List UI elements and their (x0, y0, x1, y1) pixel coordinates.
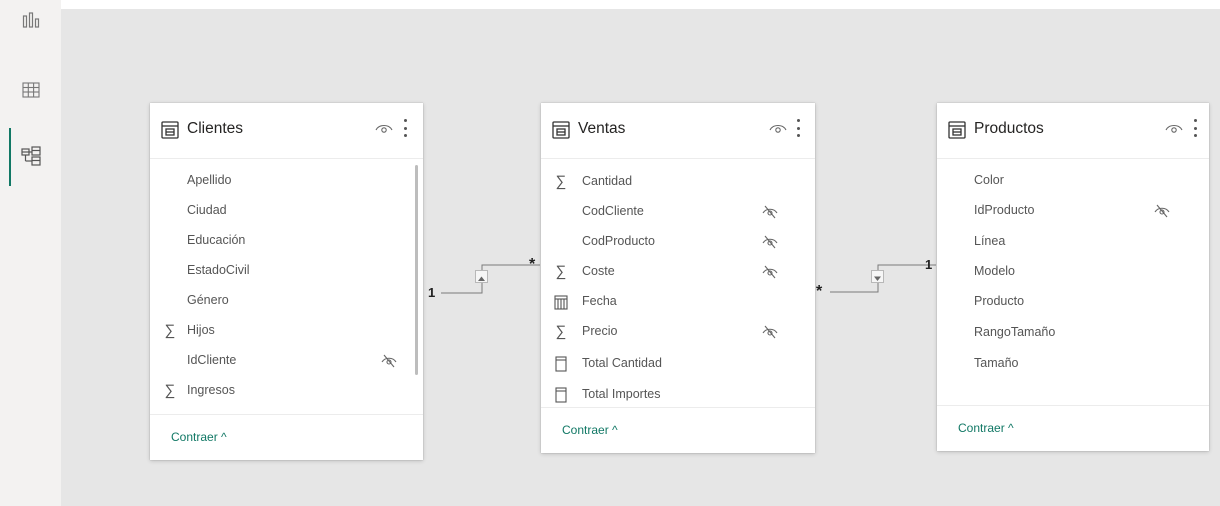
cross-filter-direction-ventas-productos[interactable] (871, 270, 884, 283)
field-row[interactable]: RangoTamaño (937, 318, 1209, 348)
field-row[interactable]: ∑ Coste (541, 257, 815, 287)
rel-one-label-clientes: 1 (428, 285, 436, 300)
table-card-clientes[interactable]: Clientes Apellido Ciudad Educación Estad… (150, 103, 423, 460)
field-row[interactable]: CodProducto (541, 227, 815, 257)
field-row[interactable]: IdProducto (937, 196, 1209, 226)
field-name: RangoTamaño (974, 325, 1056, 339)
field-name: IdProducto (974, 203, 1035, 217)
table-title: Clientes (187, 120, 243, 137)
field-name: Hijos (187, 323, 215, 337)
field-name: CodProducto (582, 234, 655, 248)
model-diagram-icon (20, 146, 41, 166)
report-view-button[interactable] (0, 0, 61, 40)
field-row[interactable]: ∑ Ingresos (150, 376, 423, 406)
sum-icon: ∑ (555, 173, 567, 190)
table-title: Ventas (578, 120, 626, 137)
sum-icon: ∑ (164, 322, 176, 339)
table-title: Productos (974, 120, 1044, 137)
rel-one-label-productos: 1 (925, 257, 933, 272)
field-row[interactable]: Línea (937, 227, 1209, 257)
data-view-button[interactable] (0, 70, 61, 110)
rel-many-label-ventas-right: * (816, 283, 823, 300)
eye-visibility-icon[interactable] (769, 122, 787, 134)
table-card-header[interactable]: Ventas (541, 103, 815, 159)
field-name: Producto (974, 294, 1025, 308)
table-grid-icon (21, 82, 40, 98)
sum-icon: ∑ (555, 323, 567, 340)
field-name: Tamaño (974, 356, 1019, 370)
field-name: EstadoCivil (187, 263, 250, 277)
field-name: Total Cantidad (582, 356, 662, 370)
field-name: Coste (582, 264, 615, 278)
field-name: Ingresos (187, 383, 235, 397)
field-row[interactable]: Total Importes (541, 380, 815, 410)
triangle-up-icon (478, 276, 485, 281)
field-row[interactable]: ∑ Hijos (150, 316, 423, 346)
table-icon (161, 121, 179, 139)
triangle-down-icon (874, 276, 881, 281)
field-row[interactable]: Género (150, 286, 423, 316)
field-row[interactable]: ∑ Cantidad (541, 167, 815, 197)
bar-chart-icon (22, 12, 39, 28)
field-row[interactable]: Tamaño (937, 349, 1209, 379)
hidden-field-icon[interactable] (762, 264, 778, 280)
hidden-field-icon[interactable] (1154, 203, 1170, 219)
table-card-ventas[interactable]: Ventas ∑ Cantidad CodCliente CodProducto… (541, 103, 815, 453)
model-view-button[interactable] (0, 128, 61, 186)
more-options-icon[interactable] (401, 117, 409, 139)
eye-visibility-icon[interactable] (1165, 122, 1183, 134)
cross-filter-direction-clientes-ventas[interactable] (475, 270, 488, 283)
field-name: Ciudad (187, 203, 227, 217)
table-card-header[interactable]: Clientes (150, 103, 423, 159)
field-name: Línea (974, 234, 1006, 248)
hidden-field-icon[interactable] (762, 234, 778, 250)
field-row[interactable]: EstadoCivil (150, 256, 423, 286)
sum-icon: ∑ (555, 263, 567, 280)
field-row[interactable]: Producto (937, 287, 1209, 317)
field-name: Total Importes (582, 387, 661, 401)
field-name: IdCliente (187, 353, 237, 367)
hidden-field-icon[interactable] (762, 324, 778, 340)
calendar-icon (554, 295, 568, 310)
collapse-button[interactable]: Contraer ^ (562, 423, 618, 437)
table-card-footer: Contraer ^ (541, 407, 815, 453)
more-options-icon[interactable] (1191, 117, 1199, 139)
view-switcher-rail (0, 0, 61, 506)
table-card-productos[interactable]: Productos Color IdProducto Línea Modelo … (937, 103, 1209, 451)
field-name: Color (974, 173, 1004, 187)
field-name: Cantidad (582, 174, 633, 188)
field-name: Apellido (187, 173, 232, 187)
field-name: Género (187, 293, 229, 307)
field-row[interactable]: Modelo (937, 257, 1209, 287)
field-row[interactable]: Ciudad (150, 196, 423, 226)
field-name: Educación (187, 233, 246, 247)
sum-icon: ∑ (164, 382, 176, 399)
field-row[interactable]: CodCliente (541, 197, 815, 227)
collapse-button[interactable]: Contraer ^ (958, 421, 1014, 435)
table-icon (948, 121, 966, 139)
table-icon (552, 121, 570, 139)
eye-visibility-icon[interactable] (375, 122, 393, 134)
measure-icon (555, 387, 567, 403)
table-card-footer: Contraer ^ (937, 405, 1209, 451)
table-card-header[interactable]: Productos (937, 103, 1209, 159)
field-row[interactable]: Apellido (150, 166, 423, 196)
field-name: Precio (582, 324, 618, 338)
field-row[interactable]: ∑ Precio (541, 317, 815, 347)
table-card-footer: Contraer ^ (150, 414, 423, 460)
rel-many-label-ventas: * (529, 256, 536, 273)
field-row[interactable]: IdCliente (150, 346, 423, 376)
field-row[interactable]: Total Cantidad (541, 349, 815, 379)
field-row[interactable]: Color (937, 166, 1209, 196)
field-name: Fecha (582, 294, 617, 308)
collapse-button[interactable]: Contraer ^ (171, 430, 227, 444)
field-name: CodCliente (582, 204, 644, 218)
field-name: Modelo (974, 264, 1015, 278)
measure-icon (555, 356, 567, 372)
hidden-field-icon[interactable] (381, 353, 397, 369)
field-row[interactable]: Fecha (541, 287, 815, 317)
more-options-icon[interactable] (794, 117, 802, 139)
field-row[interactable]: Educación (150, 226, 423, 256)
hidden-field-icon[interactable] (762, 204, 778, 220)
